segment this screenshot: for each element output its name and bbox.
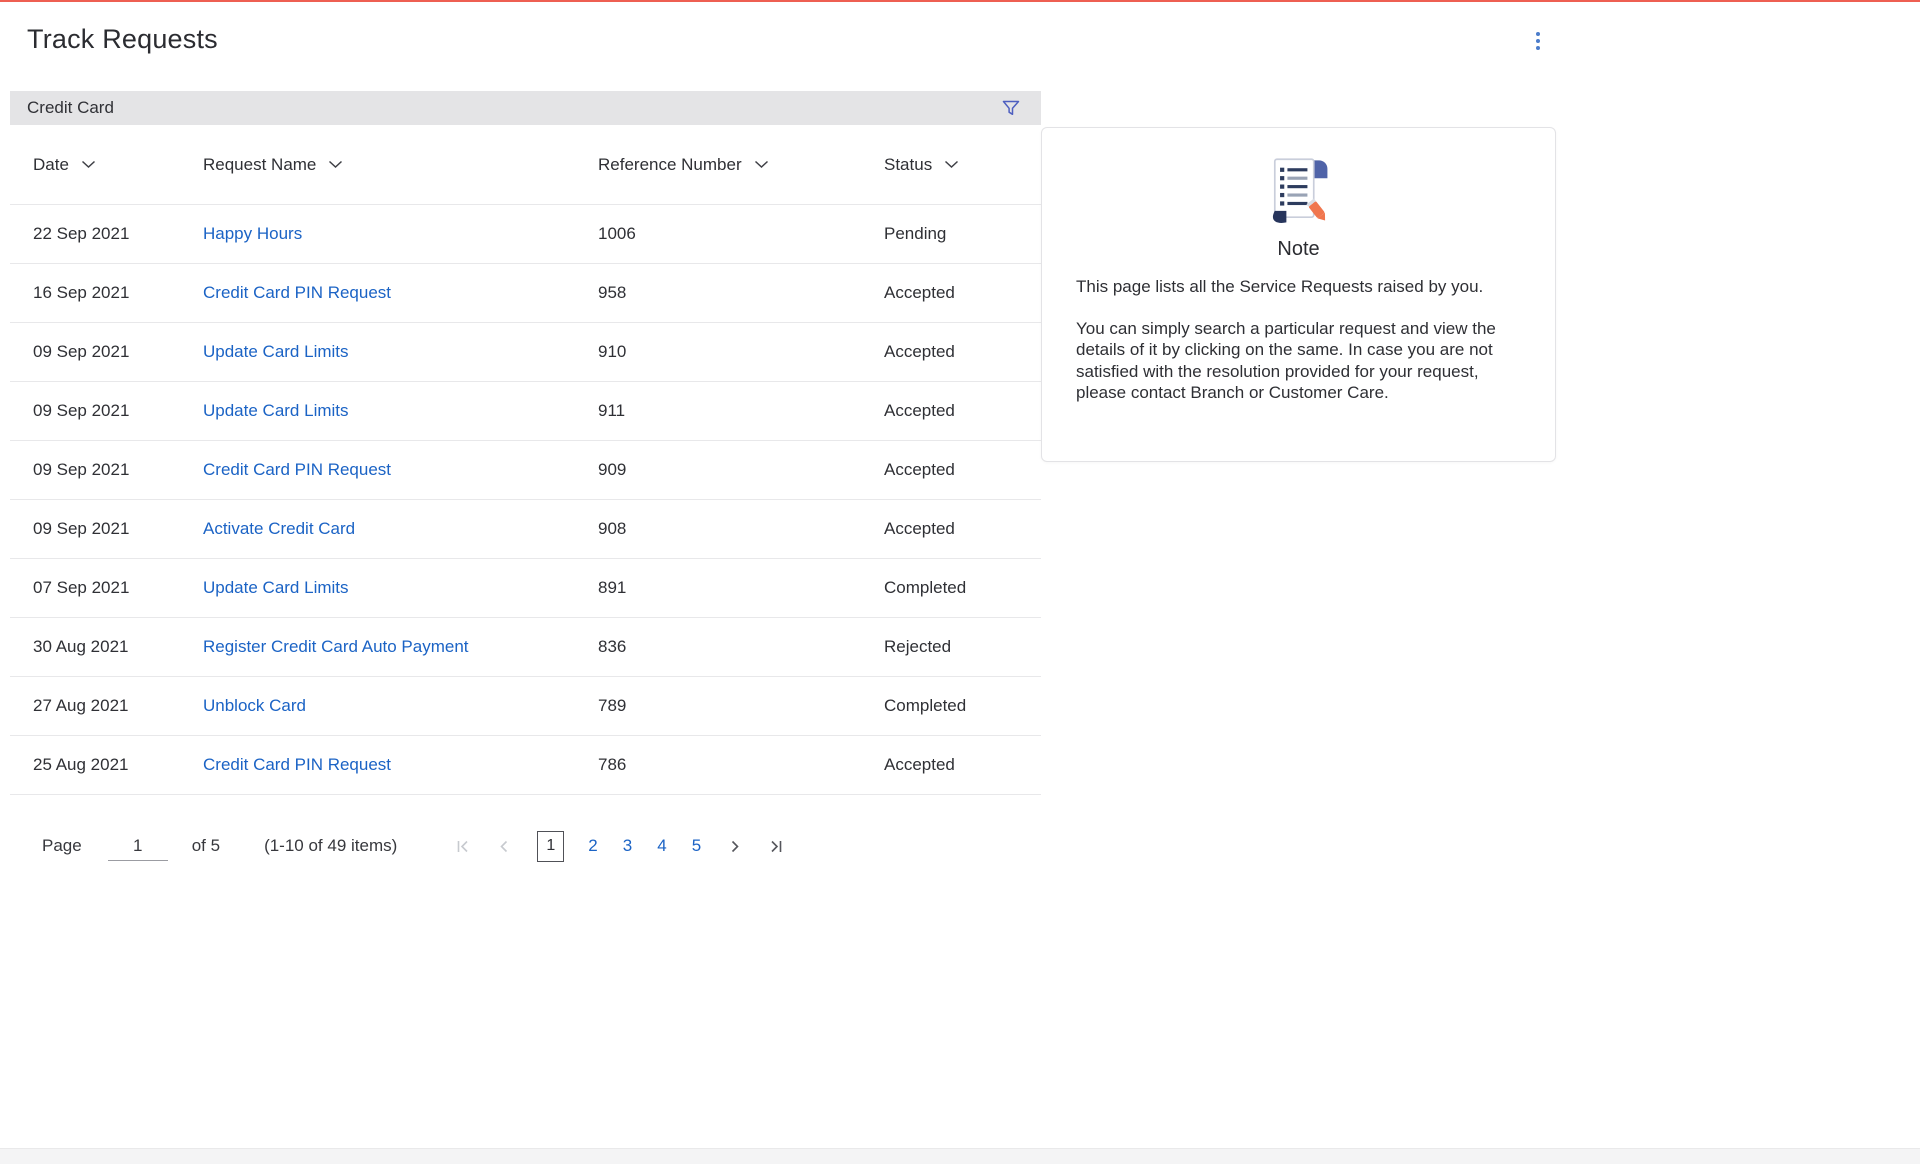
column-header-status[interactable]: Status [884,155,959,175]
table-row: 27 Aug 2021 Unblock Card 789 Completed [10,677,1041,736]
table-row: 09 Sep 2021 Update Card Limits 911 Accep… [10,382,1041,441]
table-row: 30 Aug 2021 Register Credit Card Auto Pa… [10,618,1041,677]
funnel-icon [1001,98,1021,118]
table-header-row: Date Request Name Reference Number Statu… [10,125,1041,205]
cell-reference-number: 911 [598,401,884,421]
request-link[interactable]: Credit Card PIN Request [203,755,391,774]
cell-date: 07 Sep 2021 [33,578,203,598]
chevron-down-icon [328,160,343,169]
cell-date: 09 Sep 2021 [33,460,203,480]
page-link-5[interactable]: 5 [687,836,706,856]
pagination: Page of 5 (1-10 of 49 items) 1 2 3 4 5 [10,818,1041,874]
request-link[interactable]: Credit Card PIN Request [203,283,391,302]
note-paragraph-2: You can simply search a particular reque… [1076,318,1521,404]
table-row: 09 Sep 2021 Credit Card PIN Request 909 … [10,441,1041,500]
column-header-date[interactable]: Date [33,155,96,175]
page-label: Page [42,836,82,856]
kebab-menu-icon[interactable] [1527,28,1549,54]
request-link[interactable]: Update Card Limits [203,401,349,420]
pager-controls: 1 2 3 4 5 [449,831,790,862]
last-page-icon[interactable] [763,835,790,858]
cell-status: Pending [884,224,1018,244]
cell-status: Accepted [884,342,1018,362]
previous-page-icon[interactable] [491,835,518,858]
cell-status: Accepted [884,283,1018,303]
cell-reference-number: 789 [598,696,884,716]
cell-reference-number: 909 [598,460,884,480]
cell-status: Completed [884,696,1018,716]
note-panel: Note This page lists all the Service Req… [1041,127,1556,462]
current-page-indicator: 1 [537,831,564,862]
table-row: 25 Aug 2021 Credit Card PIN Request 786 … [10,736,1041,795]
chevron-down-icon [754,160,769,169]
filter-icon[interactable] [997,96,1025,120]
cell-status: Accepted [884,755,1018,775]
cell-status: Accepted [884,460,1018,480]
request-link[interactable]: Register Credit Card Auto Payment [203,637,469,656]
cell-date: 16 Sep 2021 [33,283,203,303]
cell-reference-number: 910 [598,342,884,362]
page-link-4[interactable]: 4 [652,836,671,856]
footer-strip [0,1148,1920,1164]
cell-reference-number: 1006 [598,224,884,244]
page-input[interactable] [108,832,168,861]
request-link[interactable]: Happy Hours [203,224,302,243]
filter-bar: Credit Card [10,91,1041,125]
cell-reference-number: 958 [598,283,884,303]
page-header: Track Requests [0,2,1920,78]
request-link[interactable]: Activate Credit Card [203,519,355,538]
cell-status: Rejected [884,637,1018,657]
filter-bar-label: Credit Card [27,98,114,118]
cell-date: 09 Sep 2021 [33,342,203,362]
cell-status: Completed [884,578,1018,598]
cell-reference-number: 786 [598,755,884,775]
request-link[interactable]: Unblock Card [203,696,306,715]
note-document-icon [1264,154,1334,234]
first-page-icon[interactable] [449,835,476,858]
cell-date: 09 Sep 2021 [33,401,203,421]
cell-date: 22 Sep 2021 [33,224,203,244]
table-row: 16 Sep 2021 Credit Card PIN Request 958 … [10,264,1041,323]
cell-date: 09 Sep 2021 [33,519,203,539]
cell-status: Accepted [884,519,1018,539]
cell-date: 25 Aug 2021 [33,755,203,775]
chevron-down-icon [944,160,959,169]
page-link-3[interactable]: 3 [618,836,637,856]
cell-reference-number: 908 [598,519,884,539]
cell-status: Accepted [884,401,1018,421]
request-link[interactable]: Credit Card PIN Request [203,460,391,479]
cell-date: 30 Aug 2021 [33,637,203,657]
request-link[interactable]: Update Card Limits [203,342,349,361]
note-title: Note [1042,238,1555,261]
note-paragraph-1: This page lists all the Service Requests… [1076,276,1521,298]
request-link[interactable]: Update Card Limits [203,578,349,597]
table-row: 09 Sep 2021 Activate Credit Card 908 Acc… [10,500,1041,559]
chevron-down-icon [81,160,96,169]
cell-reference-number: 891 [598,578,884,598]
column-header-request-name[interactable]: Request Name [203,155,343,175]
page-count-label: of 5 [192,836,220,856]
column-header-reference-number[interactable]: Reference Number [598,155,769,175]
page-link-2[interactable]: 2 [583,836,602,856]
cell-reference-number: 836 [598,637,884,657]
cell-date: 27 Aug 2021 [33,696,203,716]
table-row: 22 Sep 2021 Happy Hours 1006 Pending [10,205,1041,264]
table-row: 09 Sep 2021 Update Card Limits 910 Accep… [10,323,1041,382]
next-page-icon[interactable] [721,835,748,858]
page-title: Track Requests [27,24,218,55]
table-row: 07 Sep 2021 Update Card Limits 891 Compl… [10,559,1041,618]
items-summary: (1-10 of 49 items) [264,836,397,856]
requests-table: Date Request Name Reference Number Statu… [10,125,1041,795]
